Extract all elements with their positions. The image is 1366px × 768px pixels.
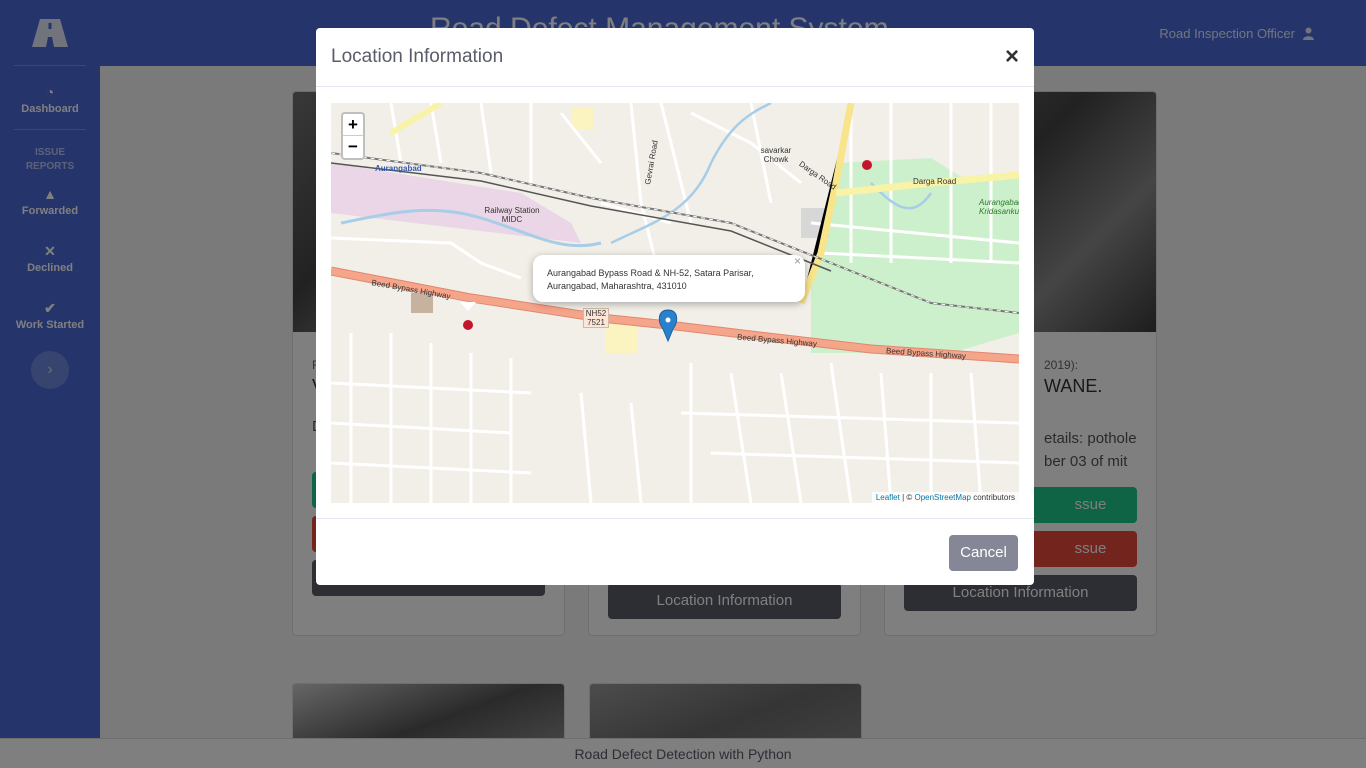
close-icon[interactable]: × <box>1005 43 1019 71</box>
map-label-chowk: savarkar Chowk <box>760 146 792 164</box>
zoom-in-button[interactable]: + <box>343 114 363 136</box>
modal-title: Location Information <box>331 46 504 67</box>
map-label-darga-road-2: Darga Road <box>913 177 957 186</box>
map[interactable]: Aurangabad Railway Station MIDC Beed Byp… <box>331 103 1019 503</box>
osm-link[interactable]: OpenStreetMap <box>914 493 970 502</box>
map-label-sports: Aurangabad Kridasanku <box>979 198 1019 216</box>
map-tiles <box>331 103 1019 503</box>
zoom-control: + − <box>341 112 365 160</box>
zoom-out-button[interactable]: − <box>343 136 363 158</box>
attribution-sep: | © <box>899 493 915 502</box>
attribution-suffix: contributors <box>970 493 1015 502</box>
map-popup: Aurangabad Bypass Road & NH-52, Satara P… <box>533 255 805 302</box>
modal-footer: Cancel <box>316 518 1034 585</box>
popup-close-icon[interactable]: × <box>794 255 801 268</box>
modal-header: Location Information × <box>316 28 1034 87</box>
location-modal: Location Information × Aurangabad Railwa… <box>316 28 1034 585</box>
map-attribution: Leaflet | © OpenStreetMap contributors <box>871 492 1019 503</box>
leaflet-link[interactable]: Leaflet <box>876 493 900 502</box>
popup-tip <box>460 302 476 311</box>
map-label-highway-shield: NH52 7521 <box>583 308 609 328</box>
cancel-button[interactable]: Cancel <box>949 535 1018 571</box>
popup-address: Aurangabad Bypass Road & NH-52, Satara P… <box>547 268 754 291</box>
map-label-station: Railway Station MIDC <box>484 206 540 224</box>
map-label-city: Aurangabad <box>375 164 422 173</box>
